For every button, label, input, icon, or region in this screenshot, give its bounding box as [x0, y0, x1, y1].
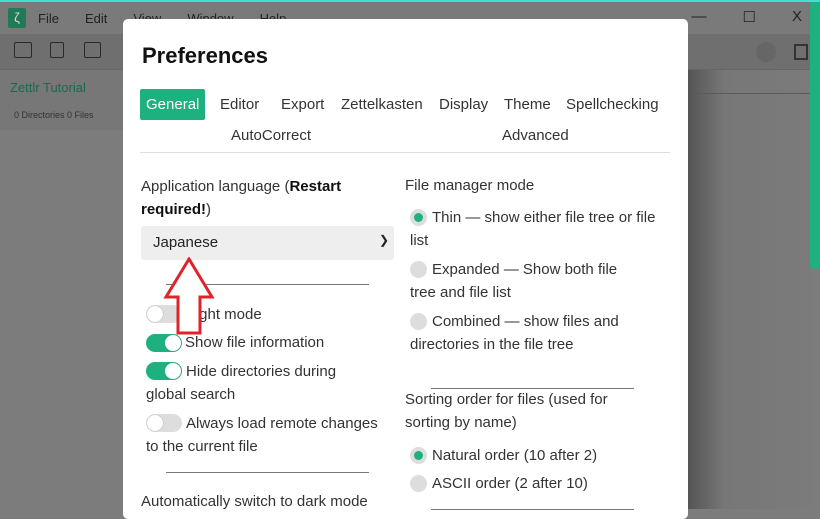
tab-editor[interactable]: Editor — [214, 89, 265, 120]
tab-autocorrect[interactable]: AutoCorrect — [225, 120, 317, 151]
tab-zettelkasten[interactable]: Zettelkasten — [335, 89, 429, 120]
remote-changes-label: Always load remote changes to the curren… — [146, 415, 378, 455]
annotation-arrow-icon — [163, 257, 215, 335]
language-label-end: ) — [206, 201, 212, 218]
sidebar-title[interactable]: Zettlr Tutorial — [10, 80, 86, 95]
editor-area — [688, 70, 810, 509]
tab-export[interactable]: Export — [275, 89, 330, 120]
sidebar-stats: 0 Directories 0 Files — [14, 110, 94, 120]
dark-mode-label: Automatically switch to dark mode — [141, 493, 368, 510]
language-select[interactable]: Japanese ❯ — [141, 226, 394, 260]
language-value: Japanese — [153, 234, 219, 251]
thin-label: Thin — show either file tree or file lis… — [410, 209, 656, 249]
tab-display[interactable]: Display — [433, 89, 494, 120]
divider — [688, 93, 810, 94]
minimize-button[interactable]: — — [692, 8, 707, 26]
combined-label: Combined — show files and directories in… — [410, 313, 619, 353]
tab-spellchecking[interactable]: Spellchecking — [560, 89, 665, 120]
close-button[interactable]: X — [792, 8, 802, 26]
menu-file[interactable]: File — [38, 11, 59, 26]
file-manager-label: File manager mode — [405, 177, 535, 194]
divider — [431, 509, 634, 510]
expanded-label: Expanded — Show both file tree and file … — [410, 261, 618, 301]
scrollbar[interactable] — [810, 2, 820, 269]
zettlr-logo: ζ — [8, 8, 26, 28]
hide-dirs-label: Hide directories during global search — [146, 363, 337, 403]
language-label-text: Application language ( — [141, 178, 290, 195]
new-file-icon[interactable] — [50, 42, 64, 58]
maximize-button[interactable]: ☐ — [743, 8, 756, 26]
menu-edit[interactable]: Edit — [85, 11, 107, 26]
folder-icon[interactable] — [14, 42, 32, 58]
sidebar-header: Zettlr Tutorial 0 Directories 0 Files — [0, 70, 123, 130]
tab-theme[interactable]: Theme — [498, 89, 557, 120]
pomodoro-icon[interactable] — [756, 42, 776, 62]
graph-icon[interactable] — [84, 42, 101, 58]
tab-advanced[interactable]: Advanced — [496, 120, 575, 151]
radio-ascii[interactable] — [410, 475, 427, 492]
radio-natural[interactable] — [410, 447, 427, 464]
natural-label: Natural order (10 after 2) — [432, 447, 598, 464]
divider — [166, 472, 369, 473]
tab-general[interactable]: General — [140, 89, 206, 120]
sorting-label: Sorting order for files (used for sortin… — [405, 391, 608, 431]
ascii-label: ASCII order (2 after 10) — [432, 475, 588, 492]
chevron-down-icon: ❯ — [378, 233, 389, 247]
dialog-title: Preferences — [142, 43, 268, 68]
tab-divider — [140, 152, 670, 153]
sidebar-toggle-icon[interactable] — [794, 44, 808, 60]
language-label: Application language (Restart required!) — [141, 175, 381, 221]
